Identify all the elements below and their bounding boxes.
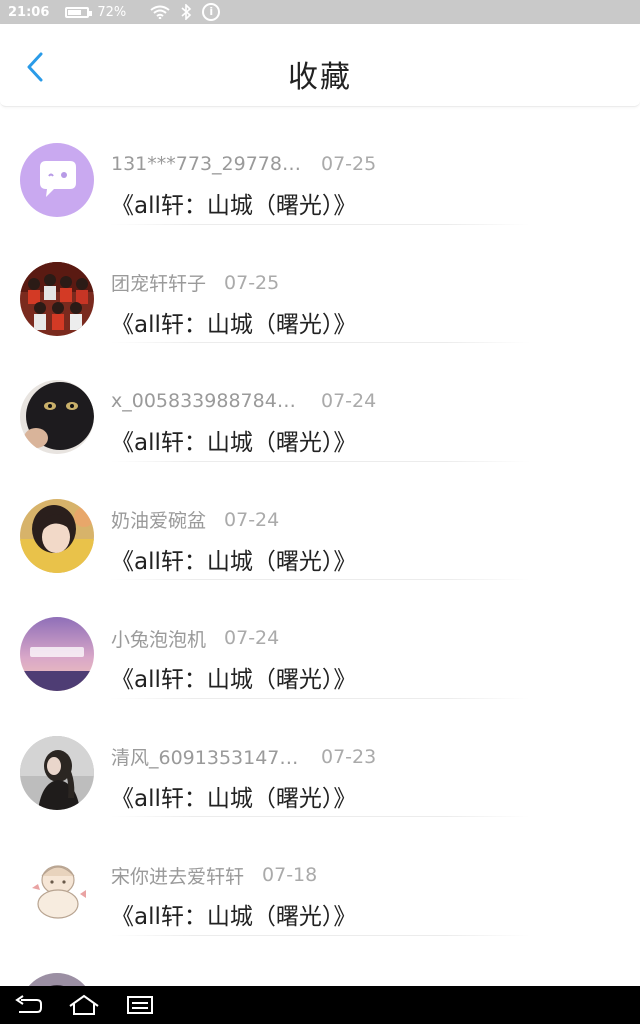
wifi-icon bbox=[150, 5, 170, 19]
favorites-list[interactable]: 131***773_297782... 07-25 《all轩：山城（曙光）》 … bbox=[0, 106, 640, 986]
item-meta: 小兔泡泡机 07-24 bbox=[111, 625, 279, 651]
portrait-avatar[interactable] bbox=[20, 498, 94, 573]
list-item[interactable]: 小兔泡泡机 07-24 《all轩：山城（曙光）》 bbox=[0, 580, 640, 699]
page-title: 收藏 bbox=[288, 60, 352, 95]
item-meta: 清风_60913531471... 07-23 bbox=[111, 744, 376, 770]
list-item[interactable]: 宋你进去爱轩轩 07-18 《all轩：山城（曙光）》 bbox=[0, 817, 640, 936]
list-item[interactable] bbox=[0, 936, 640, 986]
item-date: 07-25 bbox=[224, 271, 280, 294]
recent-apps-icon[interactable] bbox=[120, 990, 160, 1020]
item-date: 07-24 bbox=[224, 627, 280, 649]
black-cat-avatar[interactable] bbox=[20, 380, 94, 454]
battery-icon bbox=[65, 6, 93, 18]
item-date: 07-24 bbox=[224, 508, 280, 531]
user-name[interactable]: 奶油爱碗盆 bbox=[111, 506, 206, 533]
item-date: 07-18 bbox=[262, 864, 318, 886]
cartoon-avatar[interactable] bbox=[20, 854, 94, 928]
item-date: 07-23 bbox=[321, 745, 377, 768]
user-name[interactable]: 131***773_297782... bbox=[111, 153, 303, 175]
info-icon: i bbox=[202, 3, 221, 21]
item-title[interactable]: 《all轩：山城（曙光）》 bbox=[111, 542, 356, 576]
list-item[interactable]: 清风_60913531471... 07-23 《all轩：山城（曙光）》 bbox=[0, 699, 640, 817]
partial-avatar[interactable] bbox=[20, 972, 94, 986]
bluetooth-icon bbox=[180, 4, 192, 20]
user-name[interactable]: 宋你进去爱轩轩 bbox=[111, 862, 244, 889]
item-title[interactable]: 《all轩：山城（曙光）》 bbox=[111, 660, 356, 694]
list-item[interactable]: 团宠轩轩子 07-25 《all轩：山城（曙光）》 bbox=[0, 225, 640, 343]
item-meta: 团宠轩轩子 07-25 bbox=[111, 270, 279, 296]
battery-fill bbox=[68, 9, 82, 15]
item-title[interactable]: 《all轩：山城（曙光）》 bbox=[111, 779, 356, 813]
item-title[interactable]: 《all轩：山城（曙光）》 bbox=[111, 305, 356, 339]
group-photo-avatar[interactable] bbox=[20, 261, 94, 336]
battery-percent: 72% bbox=[97, 4, 127, 20]
sunset-avatar[interactable] bbox=[20, 617, 94, 691]
user-name[interactable]: x_00583398878492... bbox=[111, 390, 303, 412]
item-date: 07-24 bbox=[321, 390, 377, 412]
item-title[interactable]: 《all轩：山城（曙光）》 bbox=[111, 897, 356, 931]
girl-photo-avatar[interactable] bbox=[20, 735, 94, 810]
user-name[interactable]: 团宠轩轩子 bbox=[111, 269, 206, 296]
chat-bubble-avatar[interactable] bbox=[20, 143, 94, 217]
item-meta: 奶油爱碗盆 07-24 bbox=[111, 507, 279, 533]
app-header: 收藏 bbox=[0, 24, 640, 107]
list-item[interactable]: x_00583398878492... 07-24 《all轩：山城（曙光）》 bbox=[0, 343, 640, 462]
list-item[interactable]: 131***773_297782... 07-25 《all轩：山城（曙光）》 bbox=[0, 106, 640, 225]
item-meta: 131***773_297782... 07-25 bbox=[111, 151, 376, 177]
home-nav-icon[interactable] bbox=[64, 990, 104, 1020]
item-date: 07-25 bbox=[321, 153, 377, 175]
system-nav-bar bbox=[0, 986, 640, 1024]
user-name[interactable]: 小兔泡泡机 bbox=[111, 625, 206, 652]
back-nav-icon[interactable] bbox=[8, 990, 48, 1020]
status-time: 21:06 bbox=[8, 4, 50, 20]
item-meta: x_00583398878492... 07-24 bbox=[111, 388, 376, 414]
item-title[interactable]: 《all轩：山城（曙光）》 bbox=[111, 423, 356, 457]
item-title[interactable]: 《all轩：山城（曙光）》 bbox=[111, 186, 356, 220]
user-name[interactable]: 清风_60913531471... bbox=[111, 743, 303, 770]
item-meta: 宋你进去爱轩轩 07-18 bbox=[111, 862, 317, 888]
status-bar: 21:06 72% i bbox=[0, 0, 640, 24]
list-item[interactable]: 奶油爱碗盆 07-24 《all轩：山城（曙光）》 bbox=[0, 462, 640, 580]
